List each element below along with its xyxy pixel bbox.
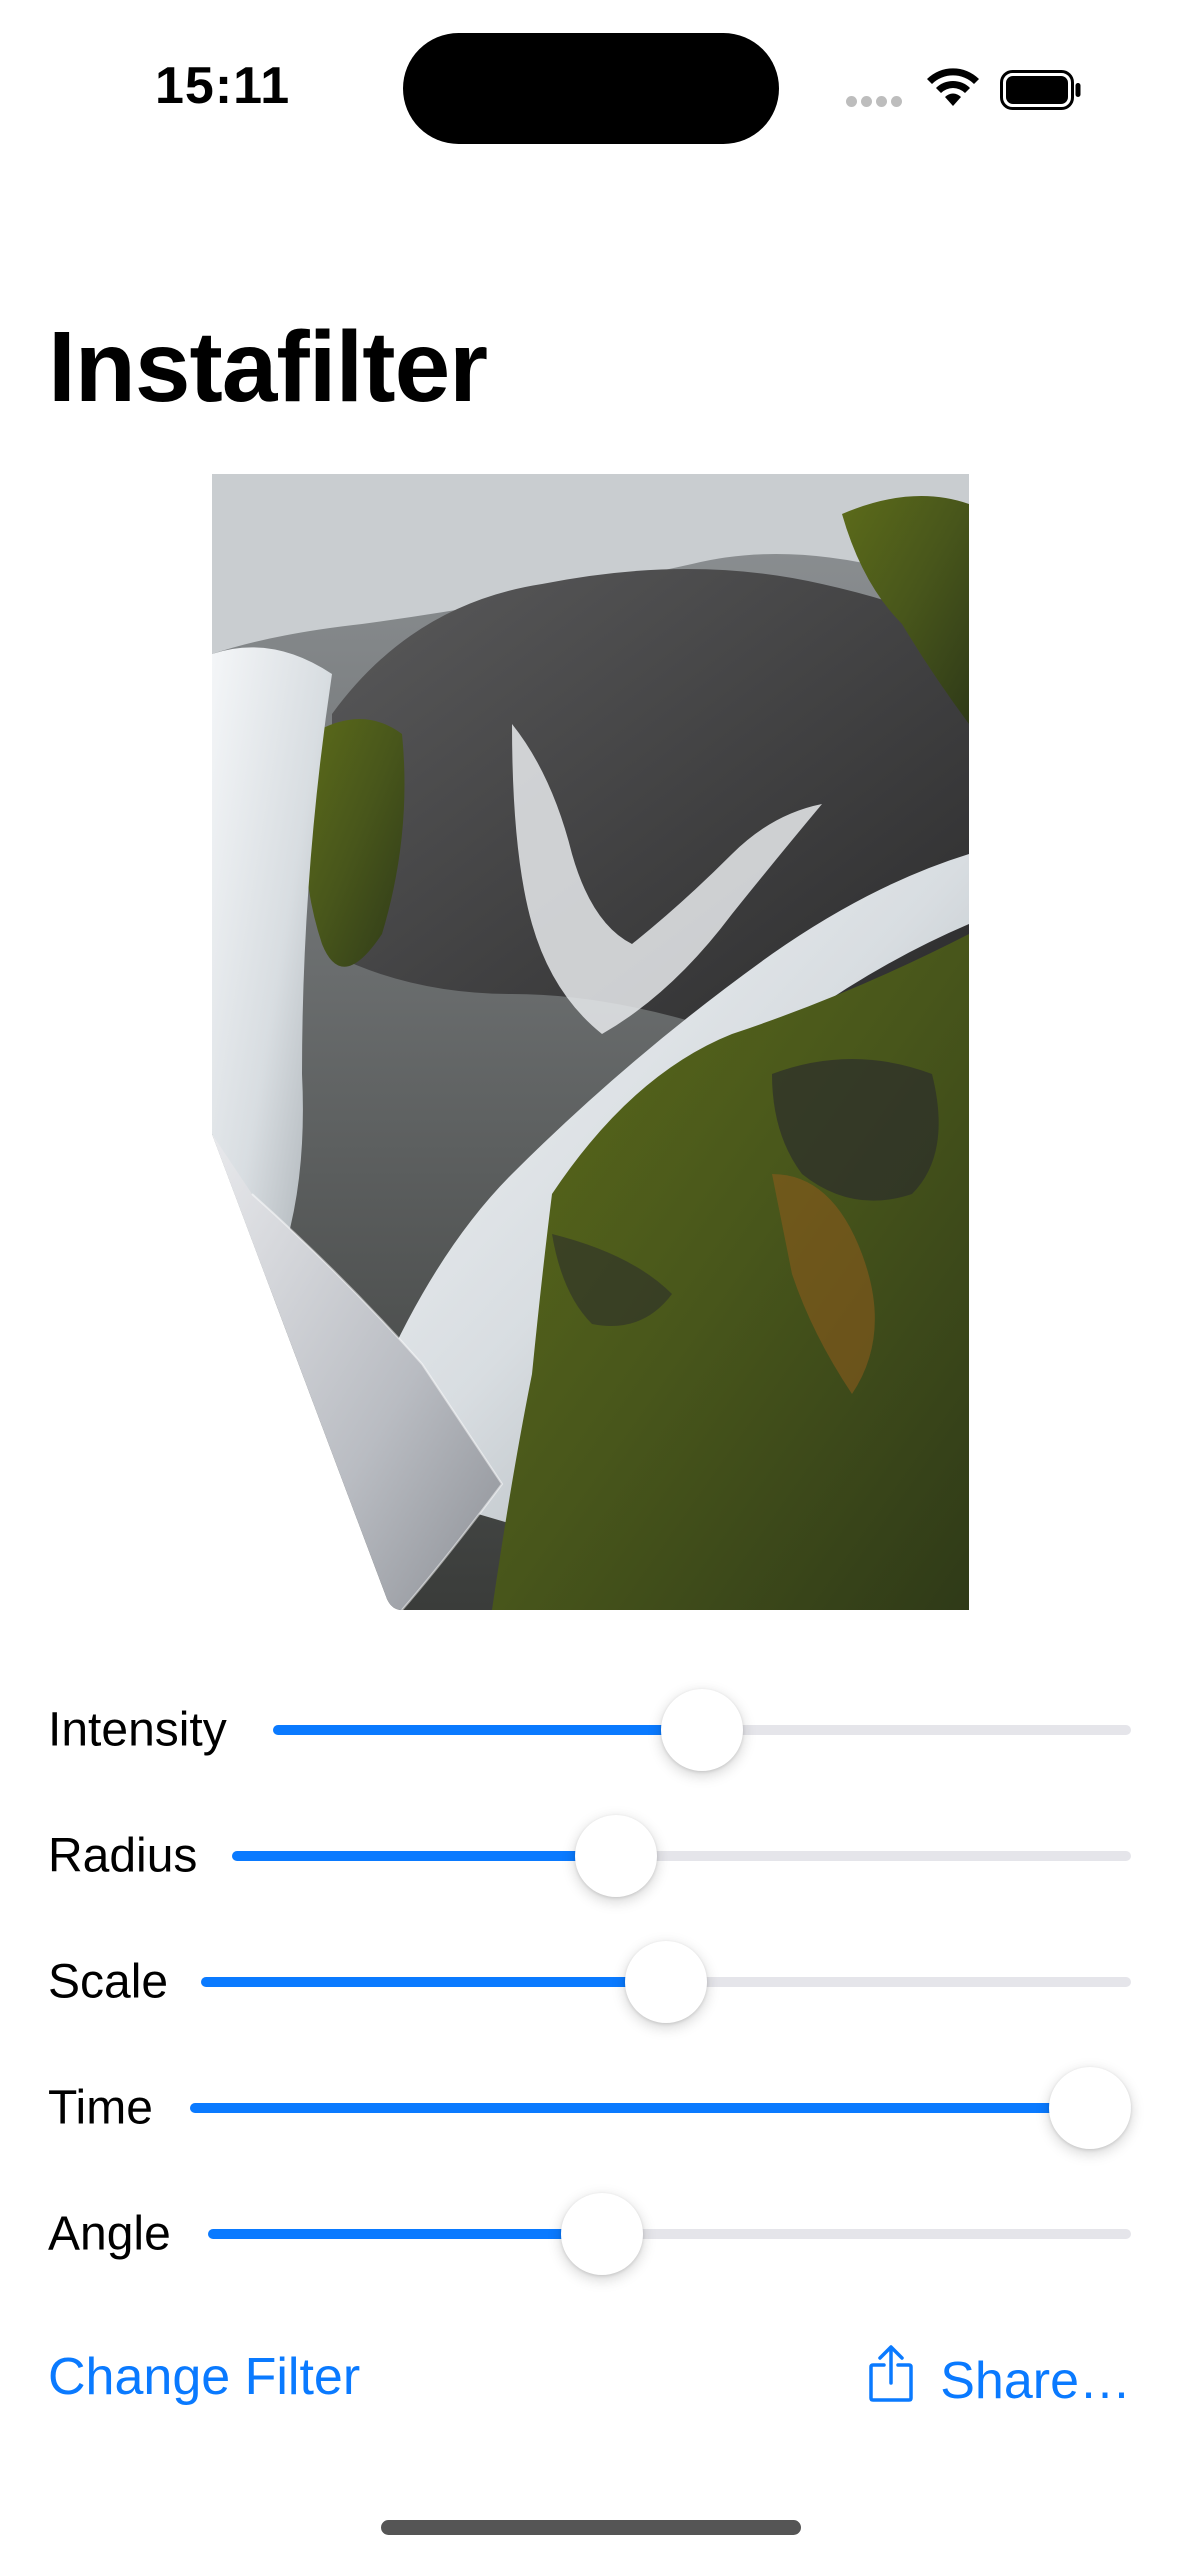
intensity-slider[interactable] [273, 1689, 1131, 1771]
radius-label: Radius [48, 1829, 198, 1883]
intensity-slider-row: Intensity [48, 1689, 1131, 1771]
radius-slider[interactable] [232, 1815, 1131, 1897]
scale-label: Scale [48, 1955, 169, 2009]
share-button[interactable]: Share… [868, 2345, 1131, 2416]
time-slider-fill [190, 2103, 1131, 2113]
angle-label: Angle [48, 2207, 171, 2261]
angle-slider-thumb[interactable] [561, 2193, 644, 2275]
radius-slider-fill [232, 1851, 610, 1861]
intensity-label: Intensity [48, 1703, 227, 1757]
time-slider-row: Time [48, 2067, 1131, 2149]
time-slider-thumb[interactable] [1049, 2067, 1131, 2149]
share-label: Share… [940, 2351, 1131, 2410]
scale-slider-fill [201, 1977, 666, 1987]
home-indicator [381, 2520, 801, 2535]
time-label: Time [48, 2081, 153, 2135]
app-screen: 15:11 Instafilter Intensity Radius Scale… [0, 0, 1179, 2556]
battery-icon [1000, 70, 1082, 115]
filtered-photo[interactable] [212, 474, 969, 1610]
dynamic-island [403, 33, 779, 144]
angle-slider-row: Angle [48, 2193, 1131, 2275]
change-filter-button[interactable]: Change Filter [48, 2347, 360, 2407]
scale-slider-row: Scale [48, 1941, 1131, 2023]
time-slider[interactable] [190, 2067, 1131, 2149]
share-icon [868, 2345, 914, 2416]
scale-slider-thumb[interactable] [625, 1941, 707, 2023]
angle-slider[interactable] [208, 2193, 1131, 2275]
angle-slider-fill [208, 2229, 596, 2239]
page-title: Instafilter [48, 311, 488, 423]
status-time: 15:11 [155, 57, 291, 115]
intensity-slider-fill [273, 1725, 702, 1735]
scale-slider[interactable] [201, 1941, 1131, 2023]
cellular-signal-icon [846, 94, 906, 108]
wifi-icon [925, 66, 981, 115]
radius-slider-row: Radius [48, 1815, 1131, 1897]
radius-slider-thumb[interactable] [575, 1815, 658, 1897]
intensity-slider-thumb[interactable] [661, 1689, 743, 1771]
